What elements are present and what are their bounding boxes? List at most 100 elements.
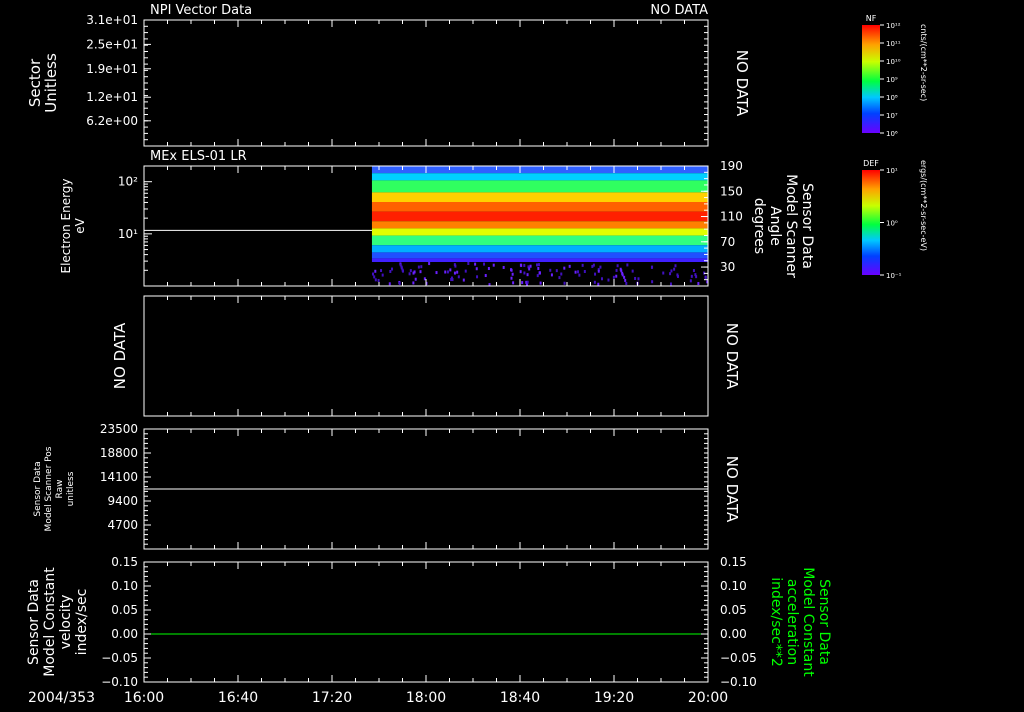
- y-tick-label: 9400: [107, 494, 138, 508]
- colorbar-def-label: DEF: [863, 159, 879, 168]
- spectrogram-speck: [417, 265, 420, 269]
- panel-2-time-ticks: [143, 296, 709, 416]
- spectrogram-speck: [391, 267, 394, 271]
- spectrogram-speck: [583, 270, 586, 274]
- panel-velocity: 0.150.100.050.00−0.05−0.10 0.150.100.050…: [26, 555, 832, 689]
- panel-els-ylabel-2: eV: [73, 217, 87, 233]
- panel-0-time-ticks: [143, 20, 709, 146]
- date-label: 2004/353: [28, 690, 95, 706]
- panel-els-right-label-3: Angle: [767, 206, 783, 246]
- plot-canvas: NPI Vector Data NO DATA 3.1e+01 2.5e+01 1.…: [26, 3, 928, 706]
- panel-npi-frame: [143, 19, 709, 147]
- time-tick-label: 20:00: [688, 690, 728, 706]
- spectrogram-speck: [408, 272, 411, 276]
- spectrogram-speck: [510, 276, 513, 280]
- spectrogram-band: [371, 228, 708, 236]
- spectrogram-speck: [536, 274, 539, 278]
- spectrogram-speck: [484, 274, 487, 278]
- spectrogram-band: [371, 202, 708, 212]
- colorbar-nf-label: NF: [866, 14, 877, 23]
- y-tick-label: 2.5e+01: [86, 37, 138, 51]
- spectrogram-speck: [523, 271, 526, 275]
- spectrogram-speck: [444, 270, 447, 274]
- spectrogram-speck: [615, 274, 618, 278]
- time-axis: 2004/353 16:00 16:40 17:20 18:00 18:40 19:20 2…: [28, 690, 728, 706]
- y-tick-label: 0.05: [111, 603, 138, 617]
- spectrogram-speck: [576, 270, 579, 274]
- spectrogram-speck: [414, 277, 417, 281]
- spectrogram-speck: [662, 271, 665, 275]
- time-tick-label: 17:20: [312, 690, 352, 706]
- spectrogram-speck: [420, 265, 423, 269]
- panel-els-ylabel-1: Electron Energy: [59, 178, 73, 273]
- colorbar-tick-label: 10⁻¹: [886, 272, 902, 280]
- spectrogram-speck: [381, 273, 384, 277]
- spectrogram-speck: [593, 280, 596, 284]
- panel-empty-frame: [143, 295, 709, 417]
- panel-velocity-ylabel-3: velocity: [58, 595, 74, 650]
- colorbar-tick-label: 10¹¹: [886, 40, 901, 48]
- spectrogram-speck: [413, 270, 416, 274]
- spectrogram-speck: [689, 279, 692, 283]
- spectrogram-speck: [449, 268, 452, 272]
- spectrogram-speck: [510, 268, 513, 272]
- spectrogram-speck: [537, 266, 540, 270]
- spectrogram-speck: [529, 264, 532, 268]
- spectrogram-band: [371, 192, 708, 202]
- spectrogram-speck: [528, 267, 531, 271]
- spectrogram-speck: [446, 270, 449, 274]
- spectrogram-band: [371, 221, 708, 229]
- spectrogram-speck: [521, 281, 524, 285]
- spectrogram-speck: [412, 281, 415, 285]
- spectrogram-speck: [453, 271, 456, 275]
- spectrogram-speck: [456, 270, 459, 274]
- colorbar-def-unit: ergs/(cm**2-sr-sec-eV): [919, 160, 928, 251]
- spectrogram-speck: [435, 271, 438, 275]
- spectrogram-speck: [594, 272, 597, 276]
- spectrogram-speck: [637, 277, 640, 281]
- panel-velocity-ylabel-2: Model Constant: [42, 567, 58, 677]
- y-tick-label: 6.2e+00: [86, 114, 138, 128]
- spectrogram-speck: [676, 274, 679, 278]
- spectrogram-speck: [599, 265, 602, 269]
- spectrogram-speck: [597, 269, 600, 273]
- spectrogram-band: [371, 258, 708, 262]
- spectrogram-speck: [607, 278, 610, 282]
- spectrogram-speck: [560, 272, 563, 276]
- panel-els-title: MEx ELS-01 LR: [150, 149, 247, 164]
- colorbar-def-ticks: 10¹ 10⁰ 10⁻¹: [880, 167, 902, 280]
- spectrogram-speck: [670, 269, 673, 273]
- spectrogram-speck: [476, 275, 479, 279]
- spectrogram-speck: [651, 280, 654, 284]
- spectrogram-speck: [467, 262, 470, 266]
- spectrogram-speck: [474, 262, 477, 266]
- panel-npi-ylabel-2: Unitless: [42, 53, 60, 113]
- spectrogram-speck: [697, 282, 700, 286]
- spectrogram-speck: [450, 277, 453, 281]
- spectrogram-speck: [568, 264, 571, 268]
- panel-empty-ylabel: NO DATA: [111, 322, 129, 389]
- y-tick-label: 10¹: [118, 227, 138, 241]
- spectrogram-speck: [612, 275, 615, 279]
- spectrogram-speck: [523, 263, 526, 267]
- panel-npi-right-label: NO DATA: [733, 50, 751, 117]
- colorbar-def: DEF 10¹ 10⁰ 10⁻¹ ergs/(cm**2-sr-sec-eV): [862, 159, 928, 280]
- panel-els-right-label-2: Model Scanner: [783, 174, 799, 278]
- y-tick-label: 0.00: [720, 627, 747, 641]
- y-tick-label: 150: [720, 184, 743, 198]
- spectrogram-speck: [591, 264, 594, 268]
- spectrogram-band: [371, 180, 708, 193]
- spectrogram-speck: [669, 282, 672, 286]
- spectrogram-speck: [457, 275, 460, 279]
- panel-scanner-pos-ylabel-1: Sensor Data: [33, 461, 43, 516]
- y-tick-label: −0.05: [720, 651, 757, 665]
- panel-scanner-pos-ylabel-4: unitless: [66, 471, 76, 506]
- panel-velocity-frame: [143, 561, 709, 683]
- panel-els-y-ticks: 10² 10¹: [118, 165, 152, 271]
- panel-empty-right-label: NO DATA: [723, 323, 741, 390]
- colorbar-def-gradient: [862, 170, 880, 275]
- spectrogram-speck: [401, 269, 404, 273]
- panel-velocity-right-label-1: Sensor Data: [816, 579, 832, 665]
- time-tick-label: 18:00: [406, 690, 446, 706]
- spectrogram-band: [371, 166, 708, 174]
